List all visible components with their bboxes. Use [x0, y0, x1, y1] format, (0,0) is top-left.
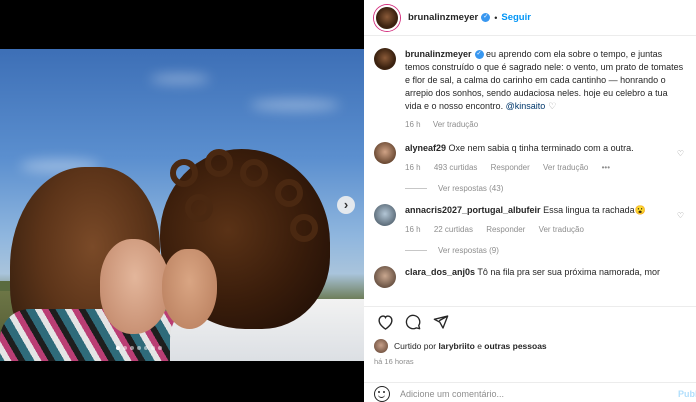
follow-button[interactable]: Seguir [501, 12, 531, 23]
post-panel: brunalinzmeyer ✓ • Seguir brunalinzmeyer… [364, 0, 696, 402]
comment-text: Oxe nem sabia q tinha terminado com a ou… [448, 143, 634, 153]
comment-reply[interactable]: Responder [491, 163, 530, 172]
post-actions [364, 306, 696, 336]
comment-translate[interactable]: Ver tradução [543, 163, 588, 172]
author-username[interactable]: brunalinzmeyer [408, 12, 478, 23]
carousel-dots [116, 346, 162, 350]
caption-author[interactable]: brunalinzmeyer [405, 49, 472, 59]
caption-translate[interactable]: Ver tradução [433, 120, 478, 129]
caption: brunalinzmeyer ✓ eu aprendo com ela sobre… [364, 37, 696, 131]
chevron-right-icon[interactable]: › [337, 196, 355, 214]
comment-text: Tô na fila pra ser sua próxima namorada,… [477, 267, 660, 277]
comment-item: alyneaf29 Oxe nem sabia q tinha terminad… [364, 131, 696, 174]
share-icon[interactable] [430, 311, 452, 333]
verified-icon: ✓ [474, 50, 484, 60]
avatar[interactable] [374, 204, 396, 226]
heart-icon[interactable] [374, 311, 396, 333]
comment-item: annacris2027_portugal_albufeir Essa ling… [364, 193, 696, 236]
add-comment-bar: Publi [364, 382, 696, 402]
view-replies[interactable]: Ver respostas (9) [364, 236, 696, 255]
post-timestamp[interactable]: há 16 horas [374, 357, 414, 366]
comment-text: Essa lingua ta rachada😮 [543, 205, 646, 215]
view-replies[interactable]: Ver respostas (43) [364, 174, 696, 193]
header-separator: • [494, 12, 498, 23]
more-options-icon[interactable]: ••• [602, 163, 610, 172]
comment-likes[interactable]: 22 curtidas [434, 225, 473, 234]
caption-time: 16 h [405, 120, 421, 129]
carousel-dot [130, 346, 134, 350]
liked-by-user[interactable]: larybriito [438, 341, 474, 351]
carousel-dot [137, 346, 141, 350]
heart-icon[interactable]: ♡ [677, 211, 684, 220]
comment-user[interactable]: annacris2027_portugal_albufeir [405, 205, 541, 215]
comment-input[interactable] [400, 388, 620, 399]
carousel-dot [116, 346, 120, 350]
avatar[interactable] [374, 266, 396, 288]
comment-translate[interactable]: Ver tradução [539, 225, 584, 234]
comment-icon[interactable] [402, 311, 424, 333]
comment-item: clara_dos_anj0s Tô na fila pra ser sua p… [364, 255, 696, 288]
comment-reply[interactable]: Responder [486, 225, 525, 234]
view-replies-label[interactable]: Ver respostas (43) [438, 184, 503, 193]
emoji-icon[interactable] [374, 385, 390, 402]
carousel-dot [151, 346, 155, 350]
liked-by: Curtido por larybriito e outras pessoas [374, 339, 547, 353]
liked-by-others[interactable]: outras pessoas [484, 341, 546, 351]
view-replies-label[interactable]: Ver respostas (9) [438, 246, 499, 255]
heart-icon[interactable]: ♡ [677, 149, 684, 158]
avatar[interactable] [374, 4, 400, 31]
carousel-dot [123, 346, 127, 350]
avatar[interactable] [374, 48, 396, 70]
post-photo[interactable] [0, 49, 364, 361]
comment-user[interactable]: clara_dos_anj0s [405, 267, 475, 277]
comment-user[interactable]: alyneaf29 [405, 143, 446, 153]
comment-likes[interactable]: 493 curtidas [434, 163, 478, 172]
verified-icon: ✓ [481, 13, 491, 22]
post-media: › [0, 0, 364, 402]
caption-mention[interactable]: @kinsaito [506, 101, 546, 111]
heart-icon[interactable]: ♡ [548, 100, 556, 113]
carousel-dot [158, 346, 162, 350]
avatar[interactable] [374, 339, 388, 353]
post-header: brunalinzmeyer ✓ • Seguir [364, 0, 696, 36]
liked-by-prefix: Curtido por [394, 341, 437, 351]
carousel-dot [144, 346, 148, 350]
comment-time: 16 h [405, 225, 421, 234]
avatar[interactable] [374, 142, 396, 164]
publish-button[interactable]: Publi [678, 389, 696, 399]
liked-by-suffix: e [477, 341, 482, 351]
comments-scroll[interactable]: brunalinzmeyer ✓ eu aprendo com ela sobre… [364, 37, 696, 302]
comment-time: 16 h [405, 163, 421, 172]
